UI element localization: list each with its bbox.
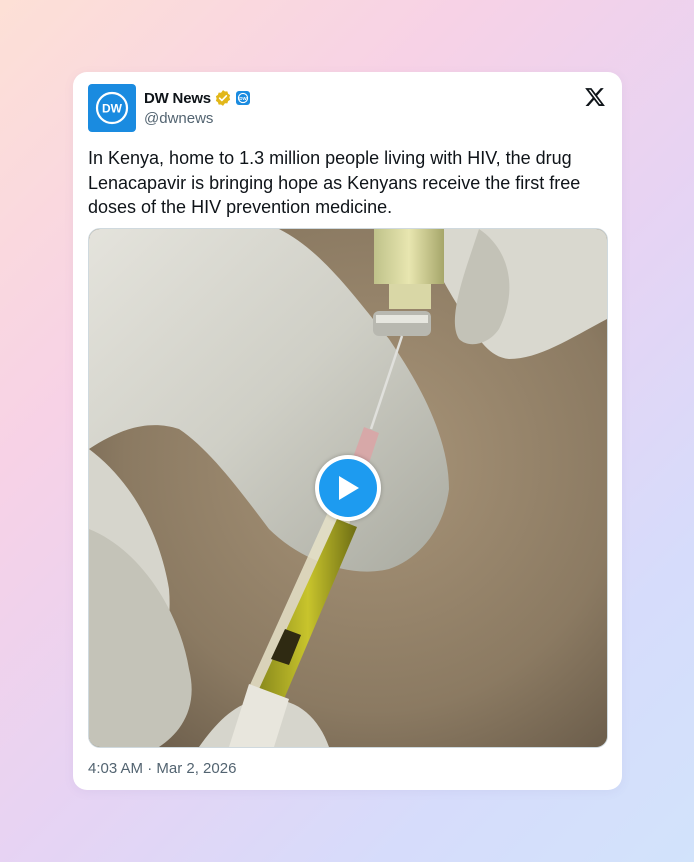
svg-text:DW: DW	[239, 96, 247, 101]
verified-badge-icon	[214, 89, 232, 107]
play-button[interactable]	[315, 455, 381, 521]
avatar[interactable]: DW	[88, 84, 136, 132]
display-name[interactable]: DW News	[144, 90, 211, 107]
tweet-video[interactable]	[88, 228, 608, 748]
name-row: DW News DW	[144, 88, 250, 108]
x-logo-icon[interactable]	[584, 86, 606, 108]
tweet-text: In Kenya, home to 1.3 million people liv…	[88, 148, 581, 217]
play-button-inner	[319, 459, 377, 517]
author-handle[interactable]: @dwnews	[144, 110, 250, 127]
dw-logo-icon: DW	[95, 91, 129, 125]
tweet-card: DW DW News DW @dwnews In Kenya, home to …	[73, 72, 622, 790]
tweet-timestamp[interactable]: 4:03 AM · Mar 2, 2026	[88, 760, 236, 777]
author-names: DW News DW @dwnews	[144, 88, 250, 127]
tweet-header: DW DW News DW @dwnews	[88, 84, 607, 132]
play-icon	[339, 476, 359, 500]
svg-text:DW: DW	[102, 102, 123, 116]
affiliate-badge-icon[interactable]: DW	[235, 91, 250, 105]
